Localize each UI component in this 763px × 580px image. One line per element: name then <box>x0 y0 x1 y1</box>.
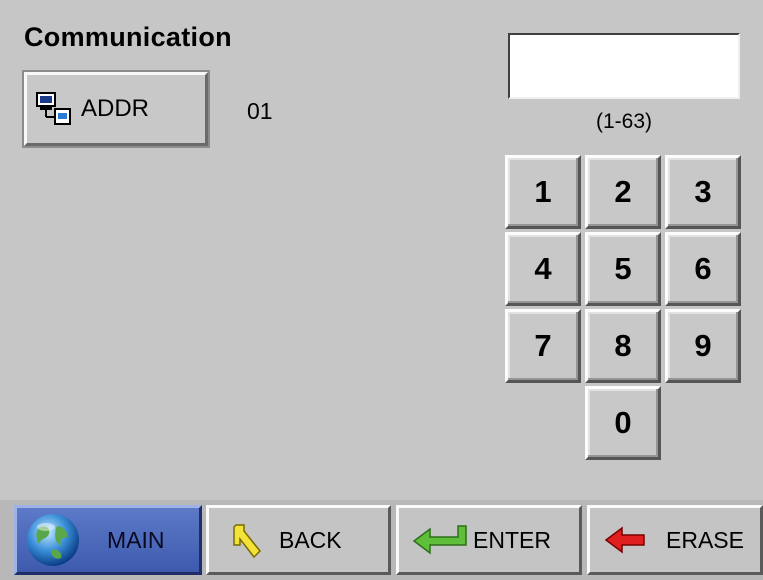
key-2[interactable]: 2 <box>585 155 661 229</box>
back-label: BACK <box>279 526 342 553</box>
key-4[interactable]: 4 <box>505 232 581 306</box>
main-button[interactable]: MAIN <box>14 505 202 575</box>
key-3[interactable]: 3 <box>665 155 741 229</box>
range-hint: (1-63) <box>595 110 653 133</box>
key-1[interactable]: 1 <box>505 155 581 229</box>
globe-icon <box>21 512 85 568</box>
addr-value: 01 <box>247 98 273 124</box>
main-label: MAIN <box>107 526 165 553</box>
key-0[interactable]: 0 <box>585 386 661 460</box>
key-8[interactable]: 8 <box>585 309 661 383</box>
enter-arrow-icon <box>409 523 473 557</box>
erase-button[interactable]: ERASE <box>587 505 763 575</box>
back-button[interactable]: BACK <box>206 505 391 575</box>
key-5[interactable]: 5 <box>585 232 661 306</box>
key-9[interactable]: 9 <box>665 309 741 383</box>
network-computers-icon <box>35 91 73 127</box>
key-7[interactable]: 7 <box>505 309 581 383</box>
page-title: Communication <box>24 22 232 52</box>
enter-label: ENTER <box>473 526 551 553</box>
addr-button[interactable]: ADDR <box>22 70 210 148</box>
key-6[interactable]: 6 <box>665 232 741 306</box>
addr-label: ADDR <box>81 95 150 122</box>
enter-button[interactable]: ENTER <box>396 505 582 575</box>
entry-display <box>508 33 740 99</box>
erase-label: ERASE <box>666 526 744 553</box>
erase-arrow-icon <box>600 525 650 555</box>
back-arrow-icon <box>227 521 267 559</box>
